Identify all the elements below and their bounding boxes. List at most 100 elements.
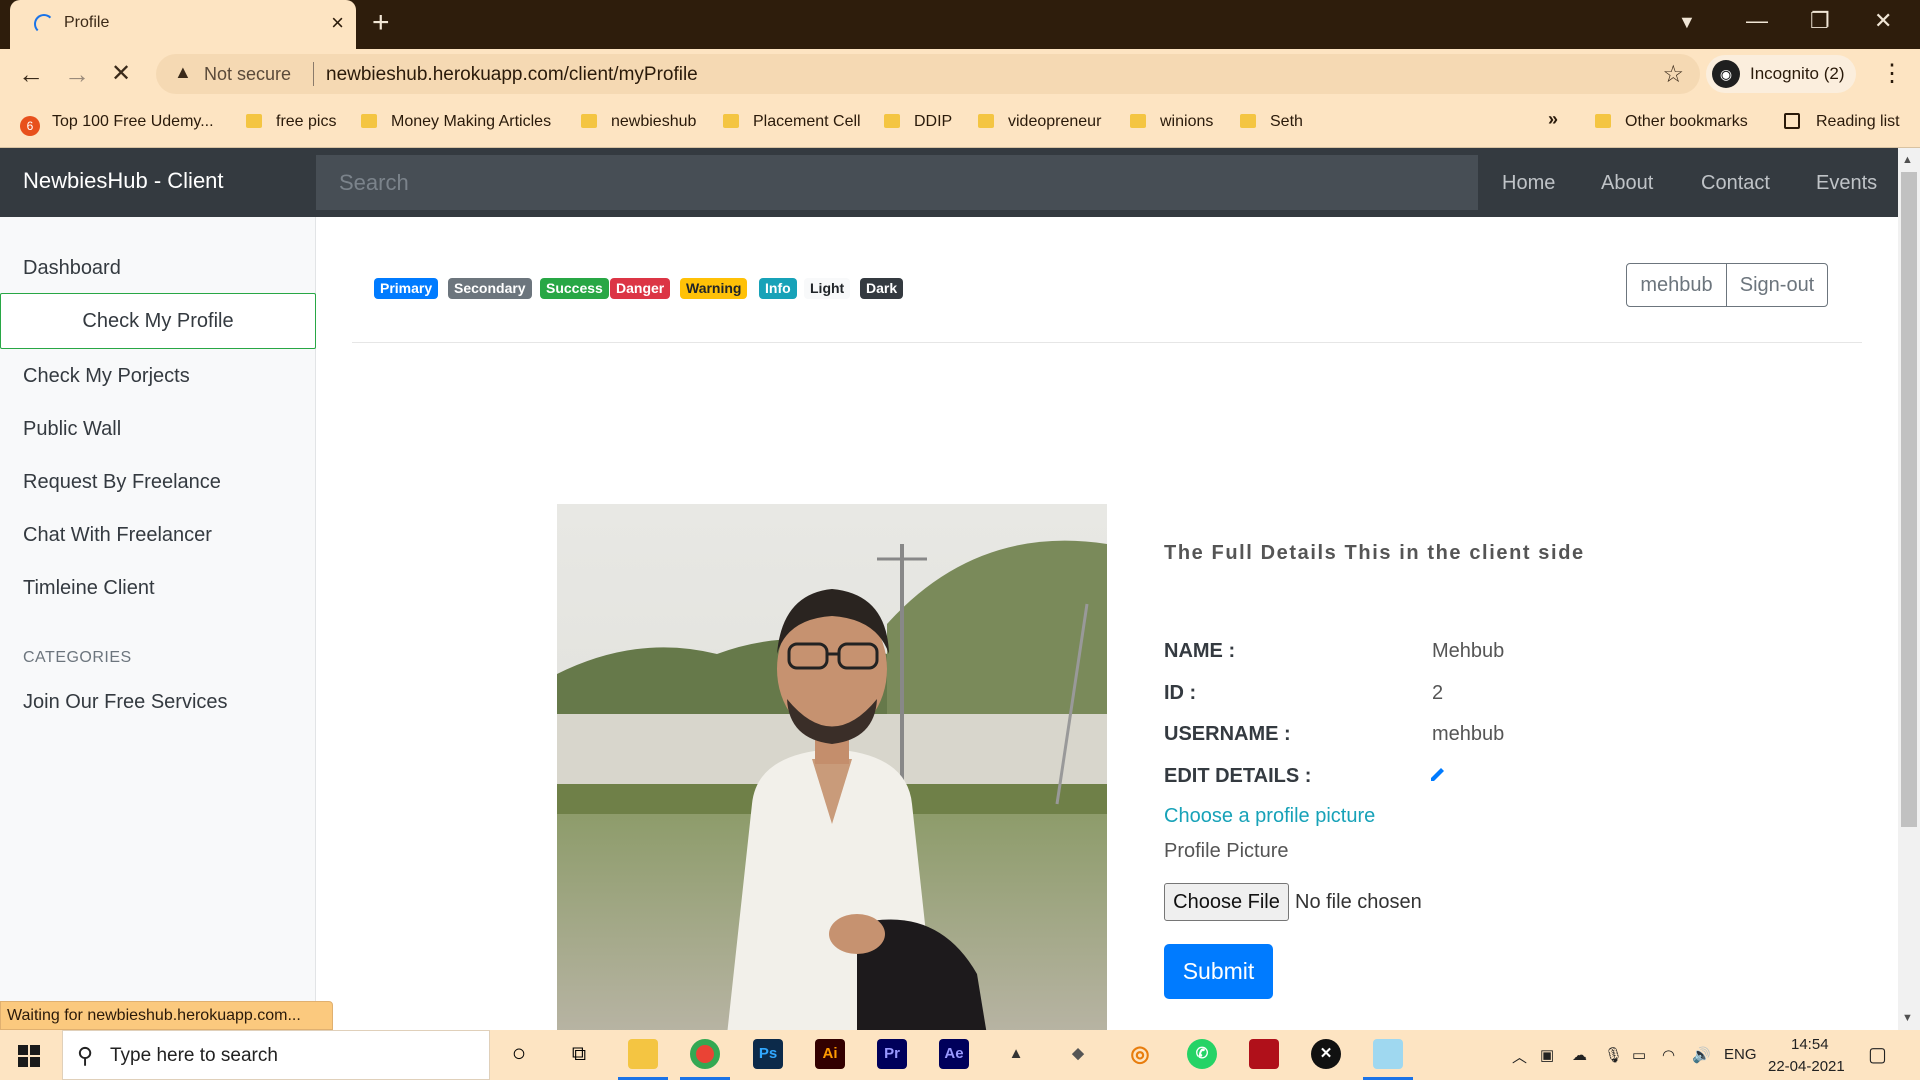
- browser-menu-icon[interactable]: ⋮: [1880, 59, 1904, 88]
- bookmark-folder[interactable]: DDIP: [884, 113, 952, 131]
- divider: [313, 62, 314, 86]
- app-icon[interactable]: [1249, 1039, 1279, 1069]
- scroll-down-icon[interactable]: ▼: [1902, 1012, 1913, 1024]
- nav-about[interactable]: About: [1601, 172, 1653, 195]
- back-icon[interactable]: ←: [18, 59, 44, 90]
- bookmarks-bar: 6 Top 100 Free Udemy... free pics Money M…: [0, 99, 1920, 148]
- bookmark-label: videopreneur: [1008, 113, 1102, 130]
- chrome-icon[interactable]: [690, 1039, 720, 1069]
- bookmark-folder[interactable]: free pics: [246, 113, 336, 131]
- gimp-icon[interactable]: ◆: [1063, 1039, 1093, 1069]
- loading-spinner-icon: [34, 14, 54, 34]
- username-button[interactable]: mehbub: [1626, 263, 1727, 307]
- choose-profile-picture-link[interactable]: Choose a profile picture: [1164, 805, 1375, 828]
- browser-tab-strip: Profile × + ▼ — ❐ ✕: [0, 0, 1920, 49]
- nav-contact[interactable]: Contact: [1701, 172, 1770, 195]
- sidebar-item-chat-with-freelancer[interactable]: Chat With Freelancer: [23, 524, 212, 547]
- minimize-icon[interactable]: —: [1746, 8, 1768, 34]
- incognito-label: Incognito (2): [1750, 64, 1845, 83]
- reading-list[interactable]: Reading list: [1784, 113, 1900, 131]
- bookmark-star-icon[interactable]: ☆: [1662, 60, 1684, 89]
- bookmark-folder[interactable]: videopreneur: [978, 113, 1101, 131]
- sidebar-item-timeline-client[interactable]: Timleine Client: [23, 577, 155, 600]
- windows-taskbar: ⚲ Type here to search ○ ⧉ Ps Ai Pr Ae ▲ …: [0, 1030, 1920, 1080]
- close-tab-icon[interactable]: ×: [331, 10, 344, 36]
- window-close-icon[interactable]: ✕: [1874, 8, 1892, 34]
- badge-info: Info: [759, 278, 797, 299]
- photoshop-icon[interactable]: Ps: [753, 1039, 783, 1069]
- after-effects-icon[interactable]: Ae: [939, 1039, 969, 1069]
- sidebar-item-check-my-profile[interactable]: Check My Profile: [0, 293, 316, 349]
- bookmarks-overflow-icon[interactable]: »: [1548, 109, 1558, 130]
- sidebar-item-request-by-freelance[interactable]: Request By Freelance: [23, 471, 221, 494]
- stop-loading-icon[interactable]: ✕: [111, 59, 131, 88]
- nav-events[interactable]: Events: [1816, 172, 1877, 195]
- microphone-icon[interactable]: 🎙: [1604, 1046, 1623, 1064]
- notepad-icon[interactable]: [1373, 1039, 1403, 1069]
- choose-file-button[interactable]: Choose File: [1164, 883, 1289, 921]
- blender-icon[interactable]: ◎: [1125, 1039, 1155, 1069]
- wifi-icon[interactable]: ◠: [1662, 1046, 1675, 1064]
- sidebar-item-public-wall[interactable]: Public Wall: [23, 418, 121, 441]
- name-value: Mehbub: [1432, 640, 1505, 662]
- reading-list-icon: [1784, 113, 1800, 129]
- windows-start-icon[interactable]: [18, 1045, 40, 1067]
- bookmark-folder[interactable]: Money Making Articles: [361, 113, 551, 131]
- bookmark-label: free pics: [276, 113, 337, 130]
- bookmark-folder[interactable]: Seth: [1240, 113, 1303, 131]
- clock-date[interactable]: 22-04-2021: [1768, 1058, 1845, 1075]
- bookmark-label: Money Making Articles: [391, 113, 552, 130]
- volume-icon[interactable]: 🔊: [1692, 1046, 1711, 1064]
- bookmark-item[interactable]: 6 Top 100 Free Udemy...: [20, 113, 214, 136]
- details-heading: The Full Details This in the client side: [1164, 542, 1585, 564]
- cortana-icon[interactable]: ○: [504, 1039, 534, 1069]
- tray-chevron-icon[interactable]: ︿: [1512, 1046, 1527, 1067]
- tab-search-icon[interactable]: ▼: [1678, 12, 1696, 33]
- sidebar-item-check-my-projects[interactable]: Check My Porjects: [23, 365, 190, 388]
- bookmark-label: newbieshub: [611, 113, 697, 130]
- task-view-icon[interactable]: ⧉: [564, 1039, 594, 1069]
- file-explorer-icon[interactable]: [628, 1039, 658, 1069]
- url-text[interactable]: newbieshub.herokuapp.com/client/myProfil…: [326, 64, 698, 86]
- inkscape-icon[interactable]: ▲: [1001, 1039, 1031, 1069]
- badge-dark: Dark: [860, 278, 904, 299]
- bookmark-folder[interactable]: winions: [1130, 113, 1213, 131]
- taskbar-search[interactable]: ⚲ Type here to search: [62, 1030, 490, 1080]
- username-label: USERNAME :: [1164, 723, 1291, 745]
- sidebar-item-join-free-services[interactable]: Join Our Free Services: [23, 691, 228, 714]
- clock-time[interactable]: 14:54: [1791, 1036, 1829, 1053]
- nav-home[interactable]: Home: [1502, 172, 1555, 195]
- bookmark-folder[interactable]: Placement Cell: [723, 113, 861, 131]
- battery-icon[interactable]: ▭: [1632, 1046, 1646, 1064]
- forward-icon[interactable]: →: [64, 59, 90, 90]
- incognito-button[interactable]: ◉ Incognito (2): [1706, 55, 1856, 93]
- notifications-icon[interactable]: ▢: [1868, 1042, 1887, 1067]
- sidebar-item-dashboard[interactable]: Dashboard: [23, 257, 121, 280]
- browser-tab[interactable]: Profile ×: [10, 0, 356, 49]
- onedrive-icon[interactable]: ☁: [1572, 1046, 1587, 1064]
- bookmark-folder[interactable]: newbieshub: [581, 113, 696, 131]
- other-bookmarks[interactable]: Other bookmarks: [1595, 113, 1748, 131]
- site-search-input[interactable]: [316, 155, 1478, 210]
- sign-out-button[interactable]: Sign-out: [1726, 263, 1828, 307]
- premiere-icon[interactable]: Pr: [877, 1039, 907, 1069]
- divider: [352, 342, 1862, 343]
- submit-button[interactable]: Submit: [1164, 944, 1273, 999]
- edit-details-label: EDIT DETAILS :: [1164, 765, 1312, 787]
- scroll-up-icon[interactable]: ▲: [1902, 154, 1913, 166]
- scrollbar-thumb[interactable]: [1901, 172, 1917, 827]
- address-bar[interactable]: ▲ Not secure newbieshub.herokuapp.com/cl…: [156, 54, 1700, 94]
- pencil-icon[interactable]: [1428, 764, 1448, 789]
- folder-icon: [581, 114, 597, 128]
- meet-now-icon[interactable]: ▣: [1540, 1046, 1554, 1064]
- new-tab-icon[interactable]: +: [372, 6, 390, 40]
- language-indicator[interactable]: ENG: [1724, 1046, 1757, 1063]
- security-label[interactable]: Not secure: [204, 64, 291, 85]
- restore-icon[interactable]: ❐: [1810, 8, 1830, 34]
- xbox-icon[interactable]: ✕: [1311, 1039, 1341, 1069]
- taskbar-search-text: Type here to search: [110, 1045, 278, 1066]
- illustrator-icon[interactable]: Ai: [815, 1039, 845, 1069]
- whatsapp-icon[interactable]: ✆: [1187, 1039, 1217, 1069]
- warning-icon: ▲: [174, 62, 192, 82]
- site-brand[interactable]: NewbiesHub - Client: [23, 168, 224, 194]
